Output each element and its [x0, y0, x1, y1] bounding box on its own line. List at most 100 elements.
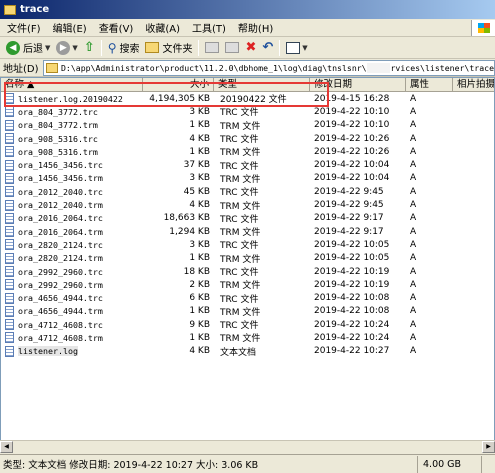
file-row[interactable]: ora_804_3772.trm 1 KB TRM 文件 2019-4-22 10:1… — [1, 119, 494, 132]
file-size: 4,194,305 KB — [149, 93, 210, 104]
file-size: 45 KB — [183, 186, 210, 197]
horizontal-scrollbar[interactable]: ◀ ▶ — [0, 440, 495, 453]
file-row[interactable]: ora_1456_3456.trc 37 KB TRC 文件 2019-4-22 10… — [1, 158, 494, 172]
menu-view[interactable]: 查看(V) — [96, 20, 143, 35]
menu-help[interactable]: 帮助(H) — [235, 20, 282, 35]
file-row[interactable]: ora_2992_2960.trc 18 KB TRC 文件 2019-4-22 10… — [1, 265, 494, 278]
file-name-cell: ora_2016_2064.trm — [1, 226, 143, 238]
file-size: 18 KB — [183, 266, 210, 277]
views-button[interactable]: ▼ — [283, 38, 310, 58]
folder-icon — [4, 4, 16, 15]
column-header-type[interactable]: 类型 — [214, 78, 310, 92]
file-row[interactable]: ora_2016_2064.trm 1,294 KB TRM 文件 2019-4-22… — [1, 225, 494, 238]
column-header-date[interactable]: 修改日期 — [310, 78, 406, 92]
delete-button[interactable]: ✖ — [242, 38, 259, 58]
file-row[interactable]: ora_4656_4944.trc 6 KB TRC 文件 2019-4-22 10:… — [1, 291, 494, 305]
file-attributes: A — [410, 226, 417, 237]
column-header-attributes[interactable]: 属性 — [406, 78, 453, 92]
file-name: ora_2820_2124.trc — [18, 239, 103, 250]
file-name-cell: ora_2016_2064.trc — [1, 212, 143, 224]
file-attributes: A — [410, 160, 417, 171]
file-type: 文本文档 — [220, 347, 257, 358]
file-date: 2019-4-22 10:19 — [314, 279, 390, 290]
file-row[interactable]: ora_2820_2124.trc 3 KB TRC 文件 2019-4-22 10:… — [1, 238, 494, 251]
file-attributes: A — [410, 133, 417, 144]
up-folder-button[interactable]: ⇧ — [81, 38, 98, 58]
column-header-photo-date[interactable]: 相片拍摄 — [453, 78, 494, 92]
file-name-cell: ora_908_5316.trm — [1, 146, 143, 158]
file-row[interactable]: ora_804_3772.trc 3 KB TRC 文件 2019-4-22 10:1… — [1, 105, 494, 118]
file-date: 2019-4-22 10:05 — [314, 239, 390, 250]
file-name: listener.log — [18, 346, 78, 357]
file-row[interactable]: listener.log 4 KB 文本文档 2019-4-22 10:27 A — [1, 345, 494, 358]
file-name: ora_4712_4608.trm — [18, 332, 103, 343]
file-attributes: A — [410, 293, 417, 304]
copy-to-button[interactable] — [222, 38, 242, 58]
file-row[interactable]: ora_4712_4608.trc 9 KB TRC 文件 2019-4-22 10:… — [1, 318, 494, 332]
file-row[interactable]: ora_2820_2124.trm 1 KB TRM 文件 2019-4-22 10:… — [1, 252, 494, 265]
toolbar-separator — [279, 39, 281, 56]
file-name: ora_1456_3456.trc — [18, 160, 103, 171]
search-icon: ⚲ — [107, 40, 117, 55]
menu-tools[interactable]: 工具(T) — [189, 20, 235, 35]
menu-edit[interactable]: 编辑(E) — [50, 20, 96, 35]
forward-button[interactable]: ▶ ▼ — [53, 38, 80, 58]
menu-file[interactable]: 文件(F) — [4, 20, 50, 35]
file-size: 1 KB — [189, 253, 210, 264]
file-row[interactable]: listener.log.20190422 4,194,305 KB 2019042… — [1, 92, 494, 106]
column-header-name[interactable]: 名称 ▲ — [1, 78, 143, 92]
undo-button[interactable]: ↶ — [259, 38, 276, 58]
scroll-right-icon[interactable]: ▶ — [482, 441, 495, 453]
file-type: TRM 文件 — [220, 201, 261, 212]
file-row[interactable]: ora_2012_2040.trm 4 KB TRM 文件 2019-4-22 9:4… — [1, 198, 494, 212]
address-label: 地址(D) — [3, 64, 39, 75]
file-name-cell: ora_2012_2040.trm — [1, 199, 143, 211]
window-title: trace — [20, 4, 50, 15]
file-name-cell: ora_2012_2040.trc — [1, 186, 143, 198]
file-type: TRC 文件 — [220, 268, 259, 278]
file-row[interactable]: ora_4656_4944.trm 1 KB TRM 文件 2019-4-22 10:… — [1, 305, 494, 318]
file-date: 2019-4-22 10:24 — [314, 319, 390, 330]
file-row[interactable]: ora_2992_2960.trm 2 KB TRM 文件 2019-4-22 10:… — [1, 278, 494, 292]
file-name: ora_908_5316.trc — [18, 133, 98, 144]
delete-icon: ✖ — [245, 40, 257, 55]
file-icon — [5, 226, 14, 238]
back-label: 后退 — [23, 44, 43, 55]
resize-grip-icon[interactable] — [481, 455, 495, 473]
menu-favorites[interactable]: 收藏(A) — [142, 20, 189, 35]
file-list[interactable]: 名称 ▲ 大小 类型 修改日期 属性 相片拍摄 listener.log.201… — [0, 77, 495, 453]
file-name: ora_2012_2040.trm — [18, 200, 103, 211]
file-type: TRC 文件 — [220, 321, 259, 332]
search-button[interactable]: ⚲ 搜索 — [105, 38, 143, 58]
file-name-cell: ora_1456_3456.trm — [1, 172, 143, 184]
address-input[interactable]: D:\app\Administrator\product\11.2.0\dbho… — [43, 59, 495, 76]
column-header-size[interactable]: 大小 — [143, 78, 214, 92]
scroll-left-icon[interactable]: ◀ — [0, 441, 13, 453]
chevron-down-icon: ▼ — [72, 43, 78, 52]
file-row[interactable]: ora_2016_2064.trc 18,663 KB TRC 文件 2019-4-2… — [1, 212, 494, 225]
file-row[interactable]: ora_2012_2040.trc 45 KB TRC 文件 2019-4-22 9:… — [1, 185, 494, 198]
file-name: ora_2992_2960.trc — [18, 266, 103, 277]
file-rows: listener.log.20190422 4,194,305 KB 2019042… — [1, 92, 494, 358]
folders-button[interactable]: 文件夹 — [142, 38, 195, 58]
back-button[interactable]: ◀ 后退 ▼ — [3, 38, 53, 58]
file-type: 20190422 文件 — [220, 95, 287, 106]
file-row[interactable]: ora_4712_4608.trm 1 KB TRM 文件 2019-4-22 10:… — [1, 331, 494, 344]
file-name: ora_1456_3456.trm — [18, 173, 103, 184]
file-row[interactable]: ora_908_5316.trc 4 KB TRC 文件 2019-4-22 10:2… — [1, 132, 494, 145]
file-row[interactable]: ora_908_5316.trm 1 KB TRM 文件 2019-4-22 10:2… — [1, 145, 494, 159]
file-icon — [5, 239, 14, 251]
file-name: ora_4712_4608.trc — [18, 319, 103, 330]
file-attributes: A — [410, 239, 417, 250]
move-to-button[interactable] — [202, 38, 222, 58]
file-attributes: A — [410, 106, 417, 117]
file-type: TRM 文件 — [220, 281, 261, 292]
file-size: 3 KB — [189, 173, 210, 184]
file-attributes: A — [410, 279, 417, 290]
file-row[interactable]: ora_1456_3456.trm 3 KB TRM 文件 2019-4-22 10:… — [1, 172, 494, 185]
file-size: 3 KB — [189, 239, 210, 250]
title-bar[interactable]: trace — [0, 0, 495, 19]
file-size: 6 KB — [189, 293, 210, 304]
file-type: TRM 文件 — [220, 148, 261, 159]
file-date: 2019-4-22 9:17 — [314, 213, 384, 224]
